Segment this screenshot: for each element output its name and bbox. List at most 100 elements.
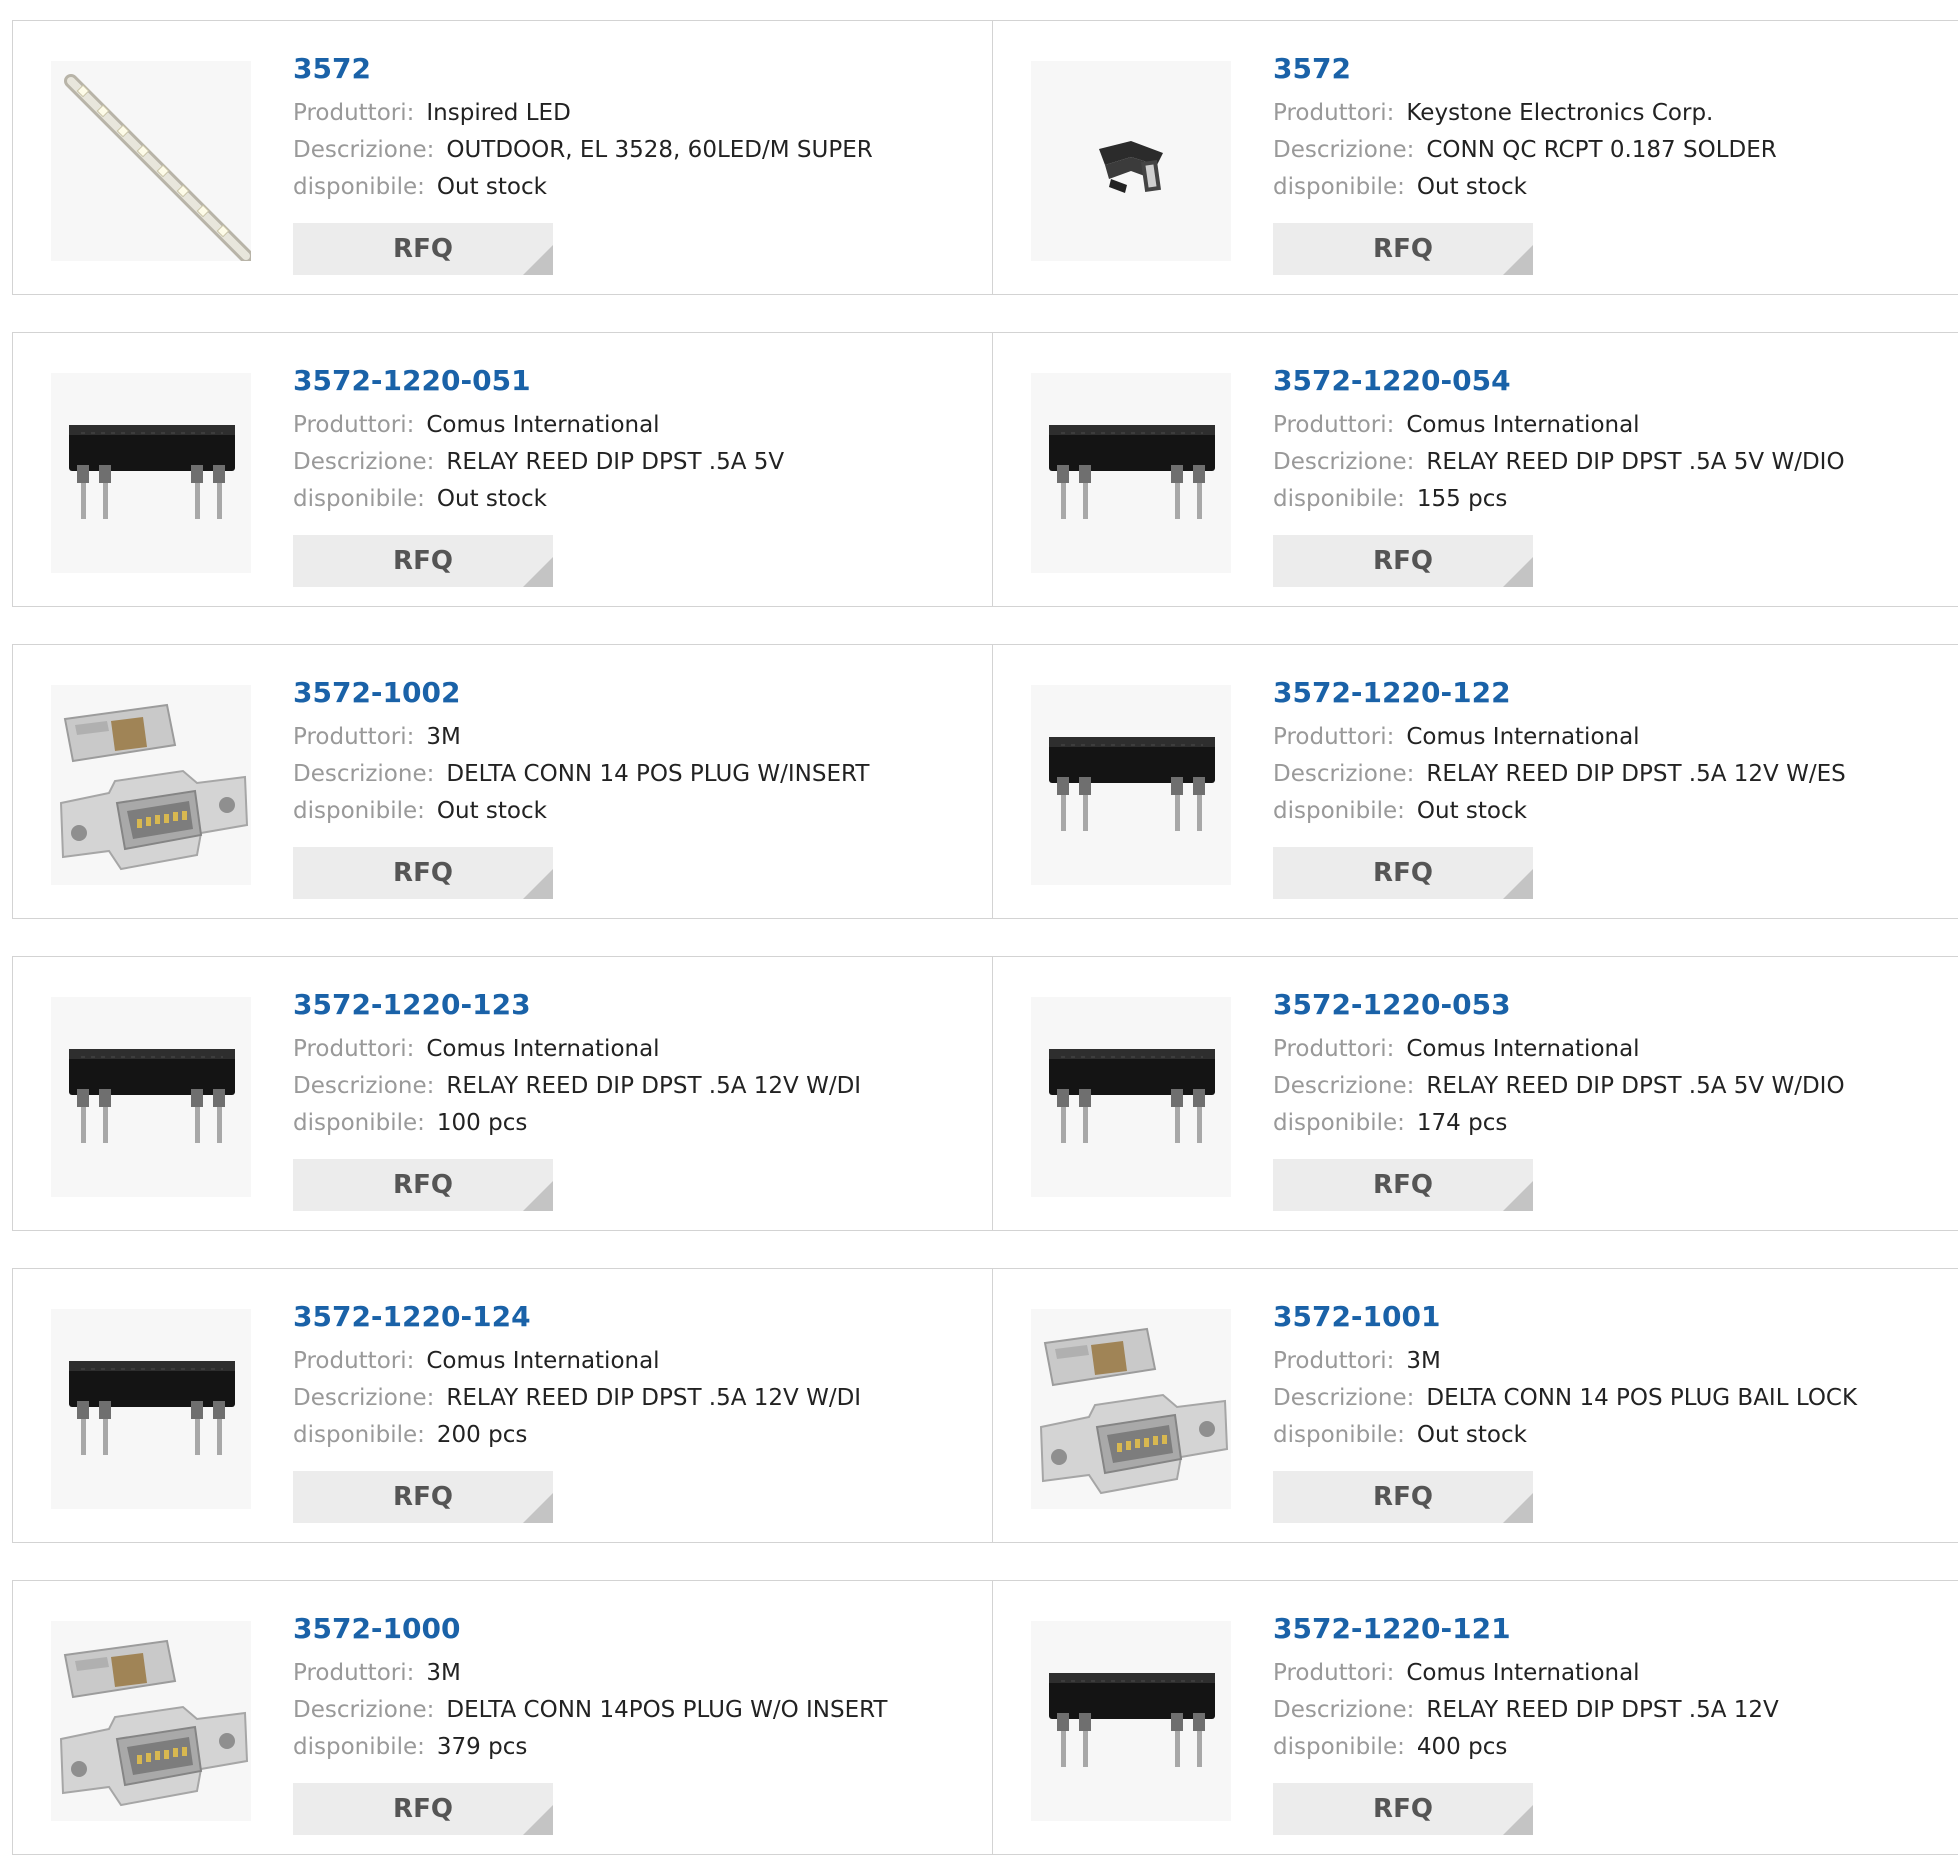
description-value: RELAY REED DIP DPST .5A 12V W/ES xyxy=(1426,761,1846,787)
product-image[interactable] xyxy=(51,61,251,261)
product-card: 3572-1220-053 Produttori: Comus Internati… xyxy=(992,957,1958,1230)
manufacturer-value: Comus International xyxy=(426,1348,660,1374)
manufacturer-value: 3M xyxy=(426,1660,461,1686)
corner-decoration xyxy=(523,1181,553,1211)
part-number-link[interactable]: 3572-1000 xyxy=(293,1611,887,1647)
part-number-link[interactable]: 3572-1220-053 xyxy=(1273,987,1845,1023)
product-row: 3572-1000 Produttori: 3M Descrizione: DELT… xyxy=(12,1580,1958,1855)
rfq-label: RFQ xyxy=(1373,1170,1433,1200)
availability-value: Out stock xyxy=(436,174,547,200)
manufacturer-label: Produttori: xyxy=(1273,1660,1395,1686)
manufacturer-row: Produttori: 3M xyxy=(293,719,869,756)
description-row: Descrizione: RELAY REED DIP DPST .5A 12V … xyxy=(293,1068,861,1105)
rfq-button[interactable]: RFQ xyxy=(293,1471,553,1523)
manufacturer-value: Comus International xyxy=(426,412,660,438)
corner-decoration xyxy=(523,557,553,587)
part-number-link[interactable]: 3572-1220-123 xyxy=(293,987,861,1023)
manufacturer-value: Comus International xyxy=(1406,724,1640,750)
product-info: 3572 Produttori: Keystone Electronics Cor… xyxy=(1273,51,1777,206)
manufacturer-value: Comus International xyxy=(1406,412,1640,438)
rfq-button[interactable]: RFQ xyxy=(293,1783,553,1835)
rfq-button[interactable]: RFQ xyxy=(1273,535,1533,587)
availability-row: disponibile: 200 pcs xyxy=(293,1417,861,1454)
product-image[interactable] xyxy=(51,1309,251,1509)
description-label: Descrizione: xyxy=(1273,1385,1415,1411)
description-value: RELAY REED DIP DPST .5A 12V W/DI xyxy=(446,1385,862,1411)
rfq-label: RFQ xyxy=(393,858,453,888)
availability-label: disponibile: xyxy=(293,1734,425,1760)
product-card: 3572-1220-051 Produttori: Comus Internati… xyxy=(13,333,992,606)
rfq-button[interactable]: RFQ xyxy=(1273,1471,1533,1523)
product-image[interactable] xyxy=(1031,1309,1231,1509)
part-number-link[interactable]: 3572 xyxy=(1273,51,1777,87)
rfq-label: RFQ xyxy=(1373,546,1433,576)
part-number-link[interactable]: 3572-1220-122 xyxy=(1273,675,1846,711)
rfq-button[interactable]: RFQ xyxy=(1273,223,1533,275)
availability-row: disponibile: 174 pcs xyxy=(1273,1105,1845,1142)
rfq-button[interactable]: RFQ xyxy=(1273,1783,1533,1835)
product-card: 3572-1000 Produttori: 3M Descrizione: DELT… xyxy=(13,1581,992,1854)
manufacturer-value: 3M xyxy=(1406,1348,1441,1374)
rfq-label: RFQ xyxy=(393,1170,453,1200)
manufacturer-row: Produttori: Keystone Electronics Corp. xyxy=(1273,95,1777,132)
product-row: 3572-1002 Produttori: 3M Descrizione: DELT… xyxy=(12,644,1958,919)
description-row: Descrizione: DELTA CONN 14POS PLUG W/O IN… xyxy=(293,1692,887,1729)
manufacturer-label: Produttori: xyxy=(1273,412,1395,438)
availability-row: disponibile: 379 pcs xyxy=(293,1729,887,1766)
rfq-button[interactable]: RFQ xyxy=(293,847,553,899)
description-label: Descrizione: xyxy=(1273,761,1415,787)
description-value: RELAY REED DIP DPST .5A 12V W/DI xyxy=(446,1073,862,1099)
relay-icon xyxy=(1049,1673,1215,1767)
product-image[interactable] xyxy=(1031,997,1231,1197)
availability-row: disponibile: Out stock xyxy=(1273,793,1846,830)
manufacturer-value: Comus International xyxy=(426,1036,660,1062)
manufacturer-label: Produttori: xyxy=(1273,1036,1395,1062)
product-image[interactable] xyxy=(1031,1621,1231,1821)
manufacturer-row: Produttori: Comus International xyxy=(1273,719,1846,756)
product-row: 3572-1220-051 Produttori: Comus Internati… xyxy=(12,332,1958,607)
availability-value: Out stock xyxy=(1416,798,1527,824)
product-info: 3572-1220-121 Produttori: Comus Internati… xyxy=(1273,1611,1779,1766)
description-label: Descrizione: xyxy=(293,1073,435,1099)
rfq-button[interactable]: RFQ xyxy=(293,1159,553,1211)
part-number-link[interactable]: 3572-1220-121 xyxy=(1273,1611,1779,1647)
description-value: DELTA CONN 14 POS PLUG BAIL LOCK xyxy=(1426,1385,1858,1411)
product-card: 3572-1220-124 Produttori: Comus Internati… xyxy=(13,1269,992,1542)
corner-decoration xyxy=(523,1805,553,1835)
availability-row: disponibile: Out stock xyxy=(1273,169,1777,206)
rfq-button[interactable]: RFQ xyxy=(1273,1159,1533,1211)
availability-label: disponibile: xyxy=(293,1422,425,1448)
product-row: 3572-1220-124 Produttori: Comus Internati… xyxy=(12,1268,1958,1543)
corner-decoration xyxy=(1503,1493,1533,1523)
description-label: Descrizione: xyxy=(1273,1073,1415,1099)
part-number-link[interactable]: 3572-1220-054 xyxy=(1273,363,1845,399)
description-label: Descrizione: xyxy=(293,761,435,787)
product-image[interactable] xyxy=(51,373,251,573)
part-number-link[interactable]: 3572-1001 xyxy=(1273,1299,1857,1335)
rfq-button[interactable]: RFQ xyxy=(1273,847,1533,899)
product-image[interactable] xyxy=(1031,373,1231,573)
manufacturer-value: Inspired LED xyxy=(426,100,571,126)
product-image[interactable] xyxy=(1031,685,1231,885)
product-image[interactable] xyxy=(51,997,251,1197)
availability-value: 200 pcs xyxy=(436,1422,528,1448)
led-strip-icon xyxy=(64,74,251,261)
product-image[interactable] xyxy=(1031,61,1231,261)
description-row: Descrizione: CONN QC RCPT 0.187 SOLDER xyxy=(1273,132,1777,169)
part-number-link[interactable]: 3572 xyxy=(293,51,873,87)
description-value: OUTDOOR, EL 3528, 60LED/M SUPER xyxy=(446,137,873,163)
part-number-link[interactable]: 3572-1220-051 xyxy=(293,363,784,399)
rfq-label: RFQ xyxy=(393,546,453,576)
product-image[interactable] xyxy=(51,685,251,885)
manufacturer-row: Produttori: Comus International xyxy=(1273,1655,1779,1692)
rfq-button[interactable]: RFQ xyxy=(293,223,553,275)
description-label: Descrizione: xyxy=(293,137,435,163)
product-image[interactable] xyxy=(51,1621,251,1821)
product-card: 3572-1220-054 Produttori: Comus Internati… xyxy=(992,333,1958,606)
relay-icon xyxy=(1049,737,1215,831)
product-row: 3572-1220-123 Produttori: Comus Internati… xyxy=(12,956,1958,1231)
part-number-link[interactable]: 3572-1002 xyxy=(293,675,869,711)
description-label: Descrizione: xyxy=(1273,449,1415,475)
part-number-link[interactable]: 3572-1220-124 xyxy=(293,1299,861,1335)
rfq-button[interactable]: RFQ xyxy=(293,535,553,587)
